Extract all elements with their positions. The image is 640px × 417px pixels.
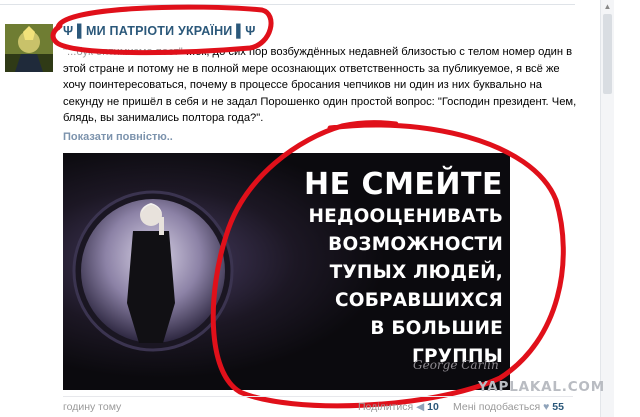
- group-avatar[interactable]: [5, 24, 53, 72]
- watermark: YAPLAKAL.COM: [478, 379, 605, 395]
- footer-divider: [63, 396, 573, 397]
- megaphone-icon: ◀: [416, 401, 425, 413]
- share-count: 10: [427, 401, 439, 413]
- quote-line: собравшихся: [334, 290, 503, 311]
- quote-line: недооценивать: [308, 206, 503, 227]
- like-count: 55: [552, 401, 564, 413]
- like-button[interactable]: Мені подобається ♥ 55: [453, 401, 564, 413]
- image-quote: Не смейте недооценивать возможности тупы…: [283, 167, 503, 371]
- post-footer: годину тому Поділитися ◀ 10 Мені подобає…: [0, 396, 600, 417]
- arrow-up-icon[interactable]: ▲: [602, 2, 613, 12]
- quote-line: Не смейте: [304, 167, 503, 202]
- post-time[interactable]: годину тому: [63, 401, 121, 413]
- post-text-faded: "...бук оптимизма пост": [63, 46, 183, 58]
- post-text: "...бук оптимизма пост" ...ок, до сих по…: [63, 44, 583, 127]
- image-signature: George Carlin: [413, 358, 499, 372]
- scrollbar[interactable]: ▲: [600, 0, 614, 417]
- share-label: Поділитися: [358, 401, 414, 413]
- quote-line: тупых людей,: [329, 262, 503, 283]
- top-divider: [0, 4, 575, 5]
- quote-line: возможности: [328, 234, 503, 255]
- scroll-thumb[interactable]: [603, 14, 612, 94]
- post-image[interactable]: Не смейте недооценивать возможности тупы…: [63, 153, 510, 390]
- show-more-link[interactable]: Показати повністю..: [63, 131, 173, 143]
- group-name-link[interactable]: Ψ ▌МИ ПАТРІОТИ УКРАЇНИ ▌Ψ: [63, 24, 256, 38]
- like-label: Мені подобається: [453, 401, 541, 413]
- heart-icon: ♥: [543, 401, 550, 413]
- share-button[interactable]: Поділитися ◀ 10: [358, 401, 439, 413]
